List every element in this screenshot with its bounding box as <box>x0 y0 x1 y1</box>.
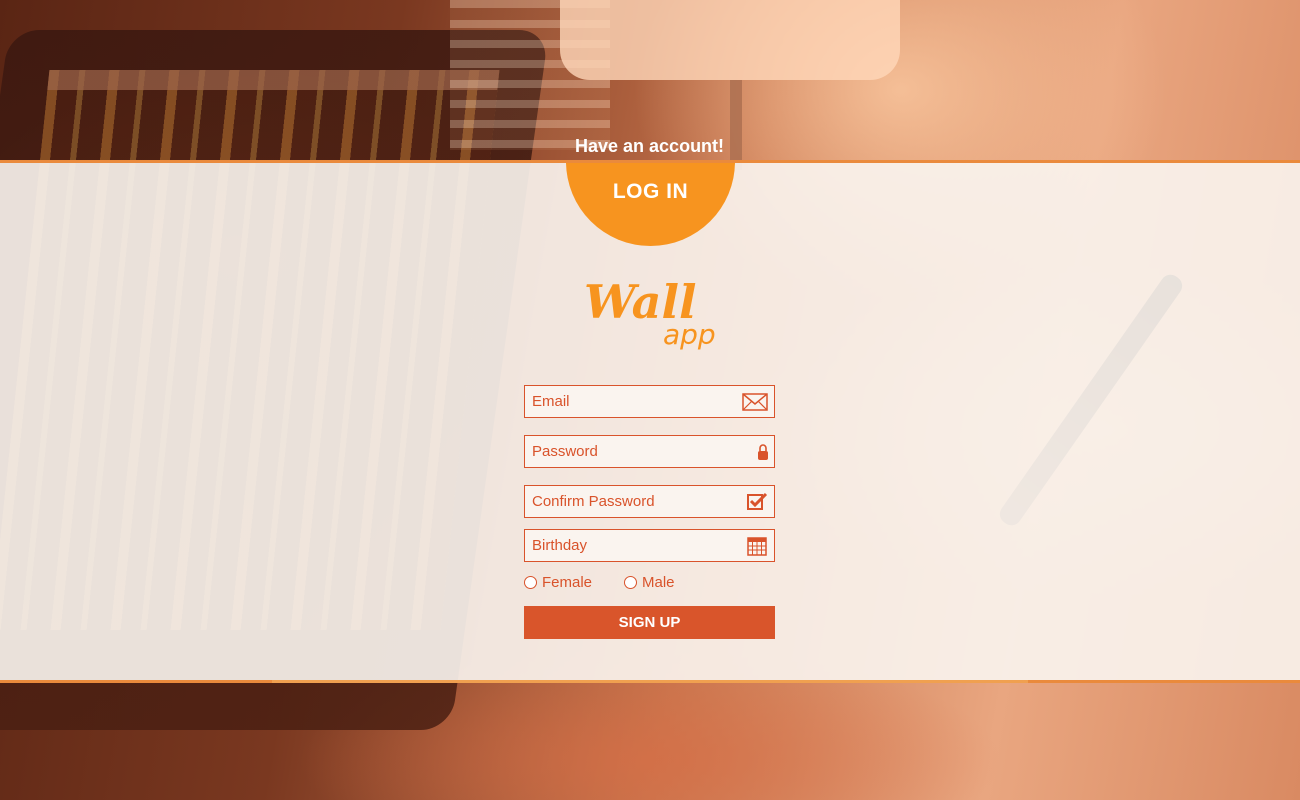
male-label: Male <box>642 574 675 591</box>
background-lamp <box>560 0 900 80</box>
wall-app-logo: Wall app <box>580 272 730 352</box>
checkbox-icon <box>742 492 768 512</box>
password-field[interactable] <box>524 435 775 468</box>
birthday-input[interactable] <box>532 530 732 561</box>
confirm-password-input[interactable] <box>532 486 732 517</box>
lock-icon <box>742 442 768 462</box>
login-button[interactable]: LOG IN <box>566 180 735 204</box>
gender-female-option[interactable]: Female <box>524 574 592 591</box>
password-input[interactable] <box>532 436 732 467</box>
logo-subtitle: app <box>663 318 716 351</box>
envelope-icon <box>742 392 768 412</box>
confirm-password-field[interactable] <box>524 485 775 518</box>
signup-button[interactable]: SIGN UP <box>524 606 775 639</box>
panel-accent-line <box>272 680 1028 683</box>
male-radio[interactable] <box>624 576 637 589</box>
gender-male-option[interactable]: Male <box>624 574 675 591</box>
email-field[interactable] <box>524 385 775 418</box>
calendar-icon <box>742 536 768 556</box>
email-input[interactable] <box>532 386 732 417</box>
birthday-field[interactable] <box>524 529 775 562</box>
have-account-text: Have an account! <box>575 136 725 156</box>
female-label: Female <box>542 574 593 591</box>
female-radio[interactable] <box>524 576 537 589</box>
